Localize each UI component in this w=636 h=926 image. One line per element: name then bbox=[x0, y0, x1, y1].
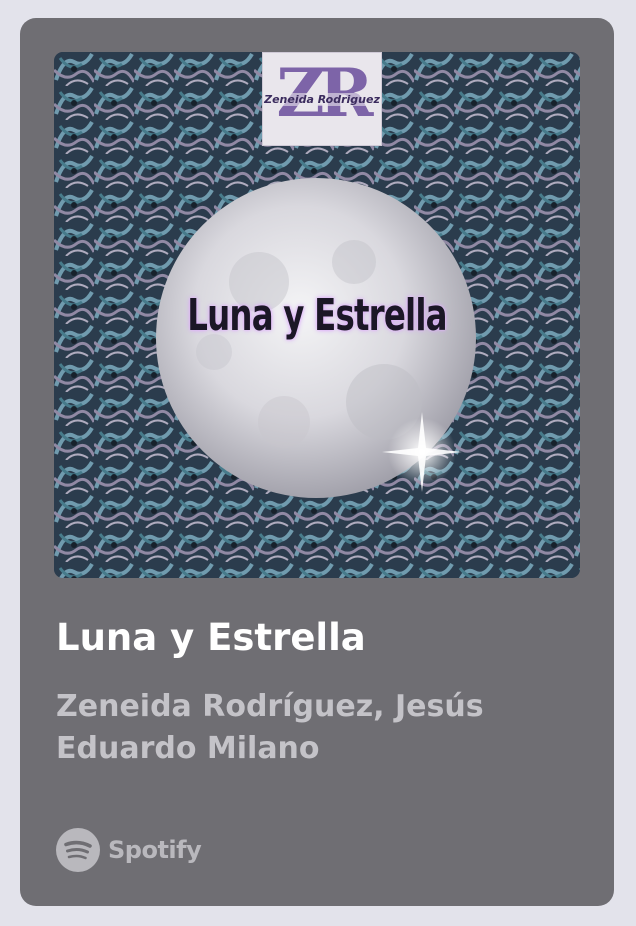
spotify-wordmark: Spotify bbox=[108, 836, 202, 864]
cover-title: Luna y Estrella bbox=[187, 290, 447, 341]
track-artists[interactable]: Zeneida Rodríguez, Jesús Eduardo Milano bbox=[56, 686, 576, 770]
spotify-icon bbox=[56, 828, 100, 872]
spotify-brand[interactable]: Spotify bbox=[56, 828, 202, 872]
artist-logo: ZR Zeneida Rodriguez bbox=[262, 52, 382, 146]
track-card[interactable]: ZR Zeneida Rodriguez Luna y Estrella Lun… bbox=[20, 18, 614, 906]
album-cover[interactable]: ZR Zeneida Rodriguez Luna y Estrella bbox=[54, 52, 580, 578]
logo-name: Zeneida Rodriguez bbox=[263, 93, 381, 106]
track-title[interactable]: Luna y Estrella bbox=[56, 616, 366, 659]
